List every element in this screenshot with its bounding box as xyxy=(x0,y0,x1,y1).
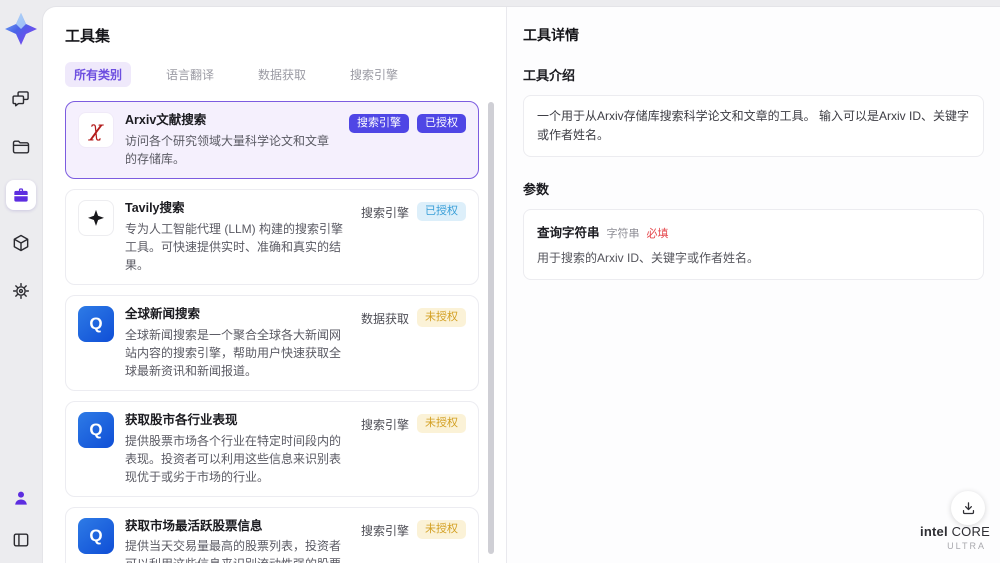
tool-detail-pane: 工具详情 工具介绍 一个用于从Arxiv存储库搜索科学论文和文章的工具。 输入可… xyxy=(506,7,1000,563)
tool-icon: Q xyxy=(78,411,114,448)
tool-card[interactable]: Tavily搜索 专为人工智能代理 (LLM) 构建的搜索引擎工具。可快速提供实… xyxy=(65,188,479,285)
tab-all-categories[interactable]: 所有类别 xyxy=(65,62,132,87)
tool-card[interactable]: Q 获取市场最活跃股票信息 提供当天交易量最高的股票列表，投资者可以利用这些信息… xyxy=(65,506,479,563)
nav-chat-icon[interactable] xyxy=(6,84,36,114)
tool-description: 全球新闻搜索是一个聚合全球各大新闻网站内容的搜索引擎，帮助用户快速获取全球最新资… xyxy=(125,327,342,378)
tool-description: 提供当天交易量最高的股票列表，投资者可以利用这些信息来识别流动性强的股票和潜在的… xyxy=(125,539,342,563)
nav-models-icon[interactable] xyxy=(6,228,36,258)
tool-category: 搜索引擎 xyxy=(360,523,409,538)
intro-heading: 工具介绍 xyxy=(523,68,576,83)
tool-title: 获取股市各行业表现 xyxy=(125,412,238,427)
tab-language-translation[interactable]: 语言翻译 xyxy=(157,62,223,87)
category-tabs: 所有类别 语言翻译 数据获取 搜索引擎 xyxy=(65,62,479,87)
chip-tier: ULTRA xyxy=(947,540,986,551)
intro-text: 一个用于从Arxiv存储库搜索科学论文和文章的工具。 输入可以是Arxiv ID… xyxy=(537,109,970,143)
tool-title: Tavily搜索 xyxy=(125,200,185,215)
nav-settings-icon[interactable] xyxy=(6,276,36,306)
tool-auth-badge: 已授权 xyxy=(417,114,466,133)
tool-auth-badge: 未授权 xyxy=(417,307,466,327)
nav-files-icon[interactable] xyxy=(6,132,36,162)
account-avatar-icon[interactable] xyxy=(6,483,36,513)
intro-card: 一个用于从Arxiv存储库搜索科学论文和文章的工具。 输入可以是Arxiv ID… xyxy=(523,95,984,158)
tools-list: χ Arxiv文献搜索 访问各个研究领域大量科学论文和文章的存储库。 搜索引擎 … xyxy=(65,101,479,563)
download-icon xyxy=(962,501,974,514)
tool-description: 访问各个研究领域大量科学论文和文章的存储库。 xyxy=(125,133,330,166)
content-shell: 工具集 所有类别 语言翻译 数据获取 搜索引擎 χ Arxiv文献搜索 访问各个… xyxy=(42,6,1000,563)
param-required-badge: 必填 xyxy=(646,228,669,241)
collapse-panel-icon[interactable] xyxy=(6,525,36,555)
tool-category: 搜索引擎 xyxy=(349,114,409,133)
tool-card[interactable]: Q 获取股市各行业表现 提供股票市场各个行业在特定时间段内的表现。投资者可以利用… xyxy=(65,400,479,497)
download-button[interactable] xyxy=(951,491,985,525)
tool-title: Arxiv文献搜索 xyxy=(125,113,207,127)
tool-icon xyxy=(78,199,114,236)
tab-data-acquisition[interactable]: 数据获取 xyxy=(249,62,315,87)
tool-category: 数据获取 xyxy=(360,311,409,326)
tool-title: 获取市场最活跃股票信息 xyxy=(125,518,263,533)
app-rail xyxy=(0,0,42,563)
tool-icon: Q xyxy=(78,517,114,554)
tools-pane: 工具集 所有类别 语言翻译 数据获取 搜索引擎 χ Arxiv文献搜索 访问各个… xyxy=(43,7,506,563)
tool-card[interactable]: Q 全球新闻搜索 全球新闻搜索是一个聚合全球各大新闻网站内容的搜索引擎，帮助用户… xyxy=(65,294,479,391)
tools-list-scrollbar[interactable] xyxy=(488,102,494,554)
tool-icon: Q xyxy=(78,305,114,342)
page-title: 工具集 xyxy=(65,28,111,45)
params-heading: 参数 xyxy=(523,182,550,198)
tool-title: 全球新闻搜索 xyxy=(125,306,201,321)
tool-category: 搜索引擎 xyxy=(360,417,409,432)
nav-toolbox-icon[interactable] xyxy=(6,180,36,210)
param-description: 用于搜索的Arxiv ID、关键字或作者姓名。 xyxy=(537,251,760,266)
tool-auth-badge: 未授权 xyxy=(417,413,466,433)
param-name: 查询字符串 xyxy=(537,226,600,241)
chip-product: CORE xyxy=(951,523,990,539)
tool-category: 搜索引擎 xyxy=(360,205,409,220)
tool-card[interactable]: χ Arxiv文献搜索 访问各个研究领域大量科学论文和文章的存储库。 搜索引擎 … xyxy=(65,101,479,179)
param-type: 字符串 xyxy=(606,228,640,241)
tab-search-engine[interactable]: 搜索引擎 xyxy=(341,62,407,87)
app-logo-icon xyxy=(4,12,38,46)
param-card: 查询字符串 字符串 必填 用于搜索的Arxiv ID、关键字或作者姓名。 xyxy=(523,209,984,281)
detail-title: 工具详情 xyxy=(523,27,579,43)
tool-auth-badge: 已授权 xyxy=(417,201,466,221)
intel-core-logo: intel CORE ULTRA xyxy=(920,524,990,551)
tool-description: 专为人工智能代理 (LLM) 构建的搜索引擎工具。可快速提供实时、准确和真实的结… xyxy=(125,221,344,272)
tool-icon: χ xyxy=(78,112,114,148)
tool-auth-badge: 未授权 xyxy=(417,519,466,539)
tool-description: 提供股票市场各个行业在特定时间段内的表现。投资者可以利用这些信息来识别表现优于或… xyxy=(125,433,342,484)
chip-brand: intel xyxy=(920,523,948,539)
